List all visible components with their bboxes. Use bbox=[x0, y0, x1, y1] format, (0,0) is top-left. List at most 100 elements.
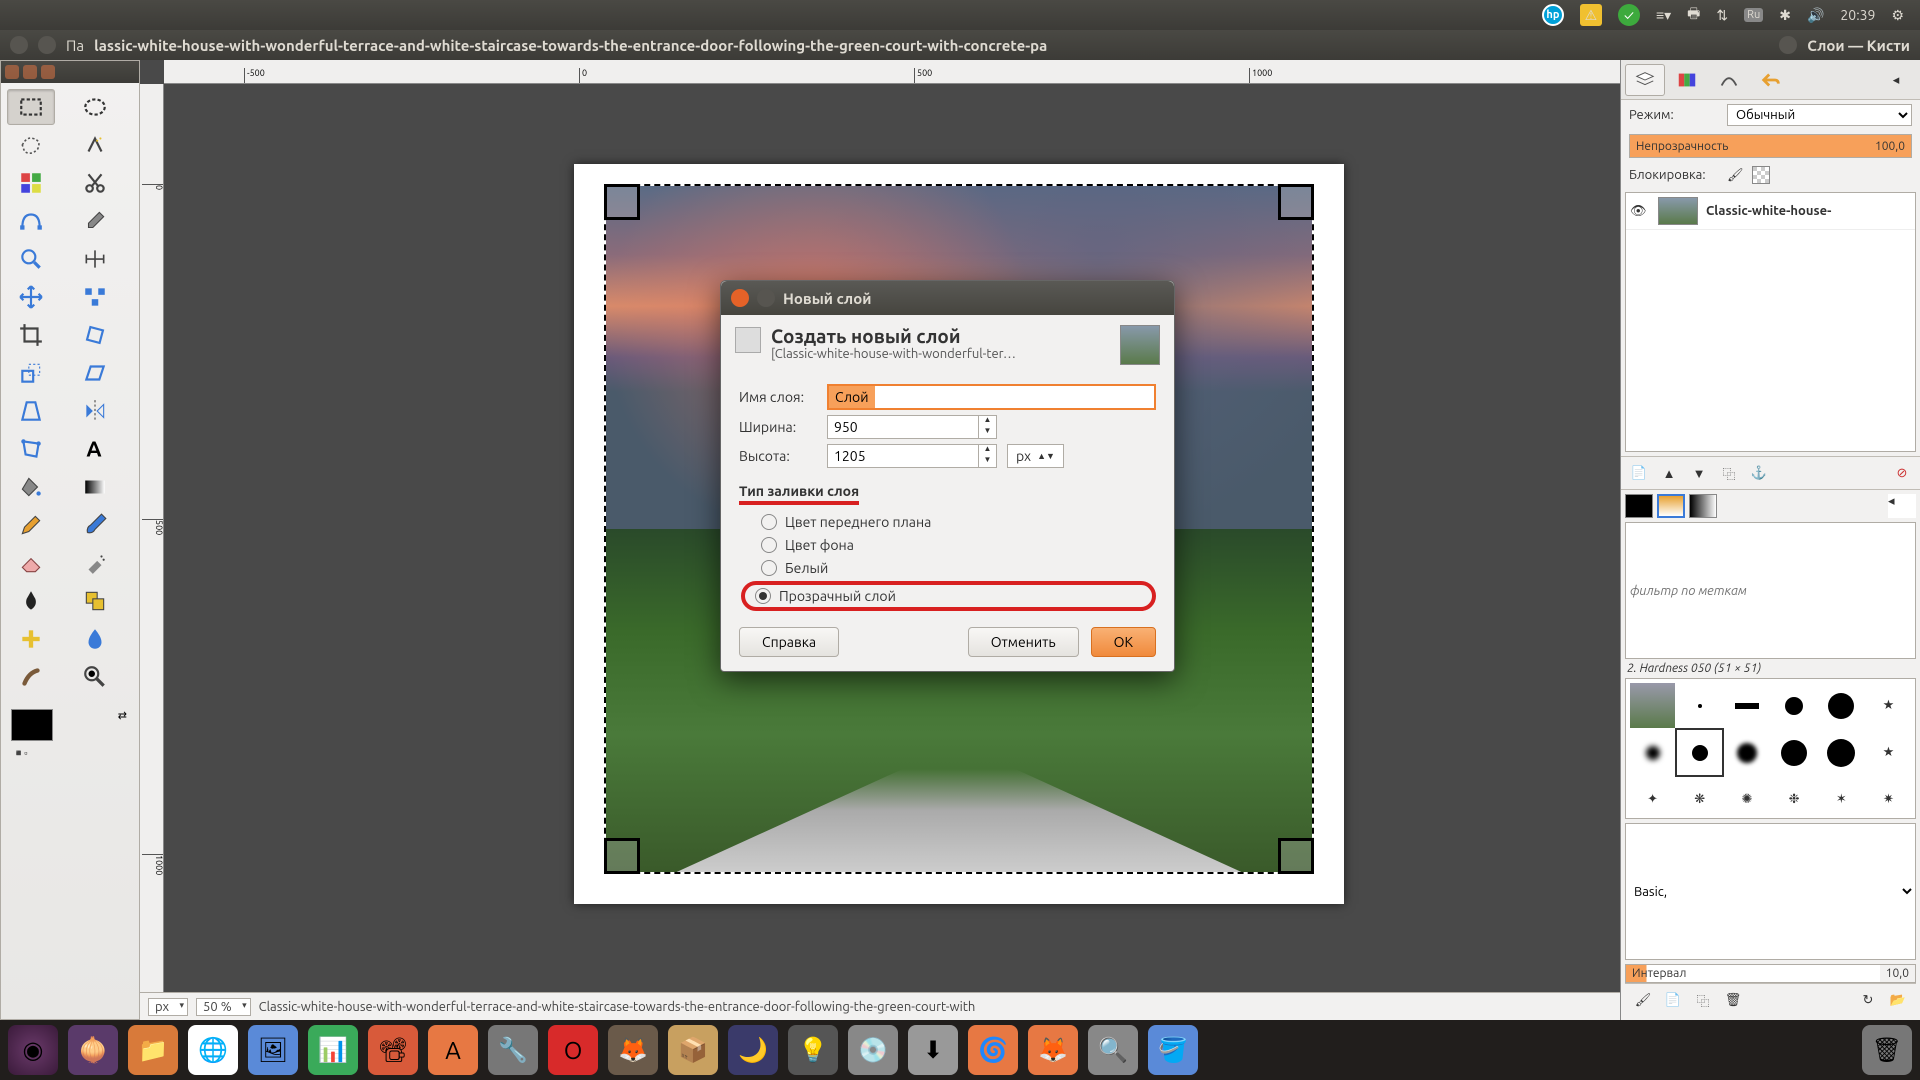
tool-heal[interactable] bbox=[7, 621, 55, 657]
delete-layer-icon[interactable]: ⊘ bbox=[1888, 461, 1916, 485]
tab-gradients[interactable] bbox=[1689, 494, 1717, 518]
tool-color-picker[interactable] bbox=[71, 203, 119, 239]
fg-color-swatch[interactable] bbox=[11, 709, 53, 741]
close-window-icon[interactable] bbox=[10, 36, 28, 54]
unit-select[interactable]: px bbox=[148, 998, 188, 1016]
brush-item[interactable]: ✷ bbox=[1866, 777, 1911, 819]
anchor-layer-icon[interactable]: ⚓ bbox=[1745, 461, 1773, 485]
swap-colors-icon[interactable]: ⇄ bbox=[118, 709, 127, 722]
tool-zoom[interactable] bbox=[7, 241, 55, 277]
brush-item[interactable] bbox=[1677, 730, 1722, 775]
app-gimp[interactable]: 🦊 bbox=[608, 1025, 658, 1075]
app-screenshot[interactable]: 🖼 bbox=[248, 1025, 298, 1075]
app-archive[interactable]: 📦 bbox=[668, 1025, 718, 1075]
tool-flip[interactable] bbox=[71, 393, 119, 429]
tool-ellipse-select[interactable] bbox=[71, 89, 119, 125]
brush-item[interactable]: ❉ bbox=[1772, 777, 1817, 819]
app-settings[interactable]: 🔧 bbox=[488, 1025, 538, 1075]
app-tor[interactable]: 🧅 bbox=[68, 1025, 118, 1075]
mode-select[interactable]: Обычный bbox=[1727, 104, 1912, 126]
refresh-brush-icon[interactable]: ↻ bbox=[1854, 988, 1882, 1012]
tool-scissors[interactable] bbox=[71, 165, 119, 201]
tool-crop[interactable] bbox=[7, 317, 55, 353]
open-brush-icon[interactable]: 📂 bbox=[1884, 988, 1912, 1012]
default-colors-icon[interactable]: ◾▫ bbox=[13, 748, 27, 759]
tool-blend[interactable] bbox=[71, 469, 119, 505]
brush-item[interactable]: ★ bbox=[1866, 683, 1911, 728]
fill-white-option[interactable]: Белый bbox=[757, 558, 1156, 578]
tool-fuzzy-select[interactable] bbox=[71, 127, 119, 163]
trash-icon[interactable]: 🗑 bbox=[1862, 1025, 1912, 1075]
tool-ink[interactable] bbox=[7, 583, 55, 619]
crop-handle-tl[interactable] bbox=[604, 184, 640, 220]
brush-item[interactable] bbox=[1772, 683, 1817, 728]
new-layer-icon[interactable]: 📄 bbox=[1625, 461, 1653, 485]
tool-measure[interactable] bbox=[71, 241, 119, 277]
tool-move[interactable] bbox=[7, 279, 55, 315]
clock[interactable]: 20:39 bbox=[1840, 7, 1875, 23]
app-files[interactable]: 📁 bbox=[128, 1025, 178, 1075]
print-indicator-icon[interactable]: 🖶 bbox=[1687, 3, 1700, 27]
brush-item[interactable] bbox=[1630, 730, 1675, 775]
tool-paths[interactable] bbox=[7, 203, 55, 239]
tool-dodge[interactable] bbox=[71, 659, 119, 695]
tool-bucket[interactable] bbox=[7, 469, 55, 505]
brush-item[interactable]: ✺ bbox=[1724, 777, 1769, 819]
tab-brushes[interactable] bbox=[1625, 494, 1653, 518]
tool-color-select[interactable] bbox=[7, 165, 55, 201]
dialog-minimize-icon[interactable] bbox=[757, 289, 775, 307]
tool-perspective[interactable] bbox=[7, 393, 55, 429]
tool-free-select[interactable] bbox=[7, 127, 55, 163]
ok-button[interactable]: OK bbox=[1091, 627, 1156, 657]
tool-paintbrush[interactable] bbox=[71, 507, 119, 543]
network-indicator-icon[interactable]: ⇅ bbox=[1716, 7, 1728, 24]
minimize-window-icon[interactable] bbox=[38, 36, 56, 54]
session-indicator-icon[interactable]: ⚙ bbox=[1891, 7, 1904, 24]
visibility-icon[interactable]: 👁 bbox=[1630, 204, 1650, 219]
app-magnifier[interactable]: 🔍 bbox=[1088, 1025, 1138, 1075]
tool-clone[interactable] bbox=[71, 583, 119, 619]
cancel-button[interactable]: Отменить bbox=[968, 627, 1079, 657]
raise-layer-icon[interactable]: ▲ bbox=[1655, 461, 1683, 485]
sound-indicator-icon[interactable]: 🔊 bbox=[1807, 7, 1824, 24]
dash-icon[interactable]: ◉ bbox=[8, 1025, 58, 1075]
brush-item[interactable] bbox=[1724, 730, 1769, 775]
app-paint[interactable]: 🪣 bbox=[1148, 1025, 1198, 1075]
brush-item[interactable] bbox=[1819, 683, 1864, 728]
tool-eraser[interactable] bbox=[7, 545, 55, 581]
color-selector[interactable]: ⇄ ◾▫ bbox=[9, 709, 131, 759]
edit-brush-icon[interactable]: 🖌 bbox=[1629, 988, 1657, 1012]
unit-select[interactable]: px▲▼ bbox=[1007, 444, 1064, 468]
tool-shear[interactable] bbox=[71, 355, 119, 391]
tool-smudge[interactable] bbox=[7, 659, 55, 695]
width-input[interactable]: ▲▼ bbox=[827, 415, 997, 439]
layer-name-input[interactable] bbox=[827, 384, 1156, 410]
brush-item[interactable] bbox=[1772, 730, 1817, 775]
app-stellarium[interactable]: 🌙 bbox=[728, 1025, 778, 1075]
lock-alpha-icon[interactable] bbox=[1752, 166, 1770, 184]
opacity-slider[interactable]: Непрозрачность 100,0 bbox=[1629, 134, 1912, 158]
app-blender[interactable]: 🌀 bbox=[968, 1025, 1018, 1075]
brush-item[interactable]: ✶ bbox=[1819, 777, 1864, 819]
lower-layer-icon[interactable]: ▼ bbox=[1685, 461, 1713, 485]
tool-blur[interactable] bbox=[71, 621, 119, 657]
tab-patterns[interactable] bbox=[1657, 494, 1685, 518]
tool-cage[interactable] bbox=[7, 431, 55, 467]
tool-text[interactable]: A bbox=[71, 431, 119, 467]
tool-rotate[interactable] bbox=[71, 317, 119, 353]
tab-channels[interactable] bbox=[1667, 64, 1707, 96]
ok-indicator-icon[interactable]: ✓ bbox=[1618, 4, 1640, 26]
duplicate-brush-icon[interactable]: ⿻ bbox=[1689, 988, 1717, 1012]
warning-indicator-icon[interactable]: ⚠ bbox=[1580, 4, 1602, 26]
tool-pencil[interactable] bbox=[7, 507, 55, 543]
app-chrome[interactable]: 🌐 bbox=[188, 1025, 238, 1075]
app-software[interactable]: A bbox=[428, 1025, 478, 1075]
fill-bg-option[interactable]: Цвет фона bbox=[757, 535, 1156, 555]
app-redshift[interactable]: 💡 bbox=[788, 1025, 838, 1075]
dock-menu-icon[interactable]: ◂ bbox=[1876, 64, 1916, 96]
brush-menu-icon[interactable]: ◂ bbox=[1888, 494, 1916, 518]
fill-fg-option[interactable]: Цвет переднего плана bbox=[757, 512, 1156, 532]
brush-preset-select[interactable]: Basic, bbox=[1625, 823, 1916, 960]
brush-item[interactable]: ★ bbox=[1866, 730, 1911, 775]
tool-scale[interactable] bbox=[7, 355, 55, 391]
